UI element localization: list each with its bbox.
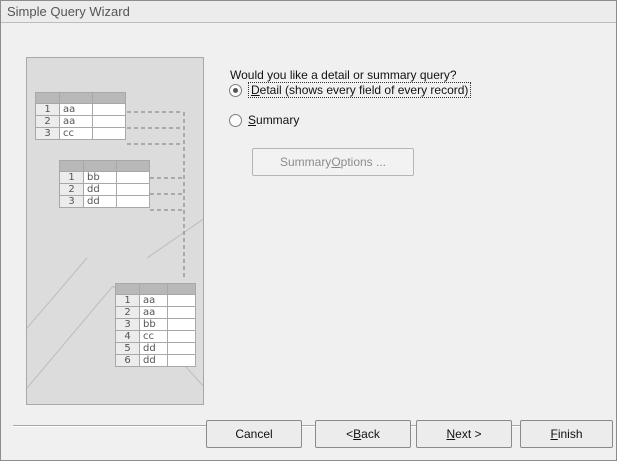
mini-table-middle: 1 bb 2 dd 3 dd xyxy=(59,160,150,208)
query-illustration: 1 aa 2 aa 3 cc 1 bb 2 dd 3 dd 1 aa 2 aa 3 bb 4 cc … xyxy=(26,57,204,405)
radio-button-icon[interactable] xyxy=(229,83,242,97)
mini-table-top: 1 aa 2 aa 3 cc xyxy=(35,92,126,140)
detail-option-label[interactable]: Detail (shows every field of every recor… xyxy=(248,82,472,98)
cancel-button[interactable]: Cancel xyxy=(206,420,302,448)
summary-option[interactable]: Summary xyxy=(229,111,299,129)
radio-button-icon[interactable] xyxy=(229,113,242,127)
summary-option-label[interactable]: Summary xyxy=(248,113,299,127)
radio-selected-dot-icon xyxy=(233,87,238,93)
detail-option[interactable]: Detail (shows every field of every recor… xyxy=(229,81,472,99)
title-bar: Simple Query Wizard xyxy=(1,1,616,23)
mini-table-result: 1 aa 2 aa 3 bb 4 cc 5 dd 6 dd xyxy=(115,283,196,367)
summary-options-button[interactable]: Summary Options ... xyxy=(252,148,414,176)
next-button[interactable]: Next > xyxy=(416,420,512,448)
wizard-window: Simple Query Wizard 1 aa 2 aa 3 cc 1 bb … xyxy=(0,0,617,461)
query-type-question: Would you like a detail or summary query… xyxy=(230,68,457,82)
finish-button[interactable]: Finish xyxy=(520,420,613,448)
back-button[interactable]: < Back xyxy=(315,420,411,448)
window-title: Simple Query Wizard xyxy=(7,4,130,19)
wizard-content: 1 aa 2 aa 3 cc 1 bb 2 dd 3 dd 1 aa 2 aa 3 bb 4 cc … xyxy=(1,23,616,460)
